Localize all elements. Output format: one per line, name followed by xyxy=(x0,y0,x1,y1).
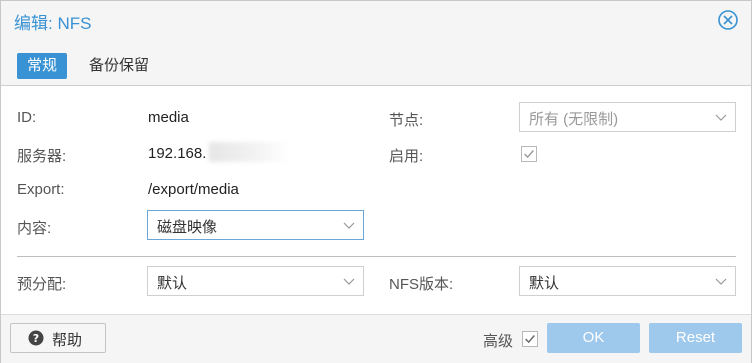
chevron-down-icon xyxy=(715,278,727,285)
tab-general[interactable]: 常规 xyxy=(17,53,68,79)
id-value: media xyxy=(148,109,189,126)
chevron-down-icon xyxy=(343,278,355,285)
id-label: ID: xyxy=(17,109,37,126)
node-label: 节点: xyxy=(389,112,424,129)
ok-button[interactable]: OK xyxy=(547,323,640,353)
enable-checkbox[interactable] xyxy=(521,146,537,162)
chevron-down-icon xyxy=(343,222,355,229)
redacted-blur xyxy=(209,142,289,162)
server-value: 192.168. xyxy=(148,145,207,162)
help-button[interactable]: ? 帮助 xyxy=(10,323,106,353)
chevron-down-icon xyxy=(715,114,727,121)
form-body: ID: media 服务器: 192.168. Export: /export/… xyxy=(1,86,751,314)
node-select-value: 所有 (无限制) xyxy=(529,111,619,128)
enable-label: 启用: xyxy=(389,148,424,165)
export-label: Export: xyxy=(17,181,65,198)
dialog-footer: ? 帮助 高级 OK Reset xyxy=(1,314,751,363)
content-select[interactable]: 磁盘映像 xyxy=(147,210,364,240)
export-value: /export/media xyxy=(148,181,239,198)
advanced-label: 高级 xyxy=(483,333,514,350)
svg-text:?: ? xyxy=(33,332,39,345)
reset-button[interactable]: Reset xyxy=(649,323,742,353)
nfs-version-select-value: 默认 xyxy=(529,275,560,292)
nfs-version-label: NFS版本: xyxy=(389,276,454,293)
preallocation-label: 预分配: xyxy=(17,276,67,293)
close-icon[interactable] xyxy=(717,9,739,31)
divider xyxy=(17,256,736,257)
server-label: 服务器: xyxy=(17,148,67,165)
advanced-checkbox[interactable] xyxy=(522,331,538,347)
tab-backup-retention[interactable]: 备份保留 xyxy=(79,53,159,79)
question-circle-icon: ? xyxy=(28,330,44,346)
preallocation-select[interactable]: 默认 xyxy=(147,266,364,296)
content-select-value: 磁盘映像 xyxy=(157,219,218,236)
tab-bar: 常规 备份保留 xyxy=(1,41,751,86)
node-select[interactable]: 所有 (无限制) xyxy=(519,102,736,132)
nfs-version-select[interactable]: 默认 xyxy=(519,266,736,296)
dialog-title: 编辑: NFS xyxy=(14,14,92,33)
content-label: 内容: xyxy=(17,220,52,237)
help-button-label: 帮助 xyxy=(52,332,83,349)
preallocation-select-value: 默认 xyxy=(157,275,188,292)
title-bar: 编辑: NFS xyxy=(1,1,751,41)
edit-nfs-dialog: 编辑: NFS 常规 备份保留 ID: media 服务器: 192.168. … xyxy=(0,0,752,363)
